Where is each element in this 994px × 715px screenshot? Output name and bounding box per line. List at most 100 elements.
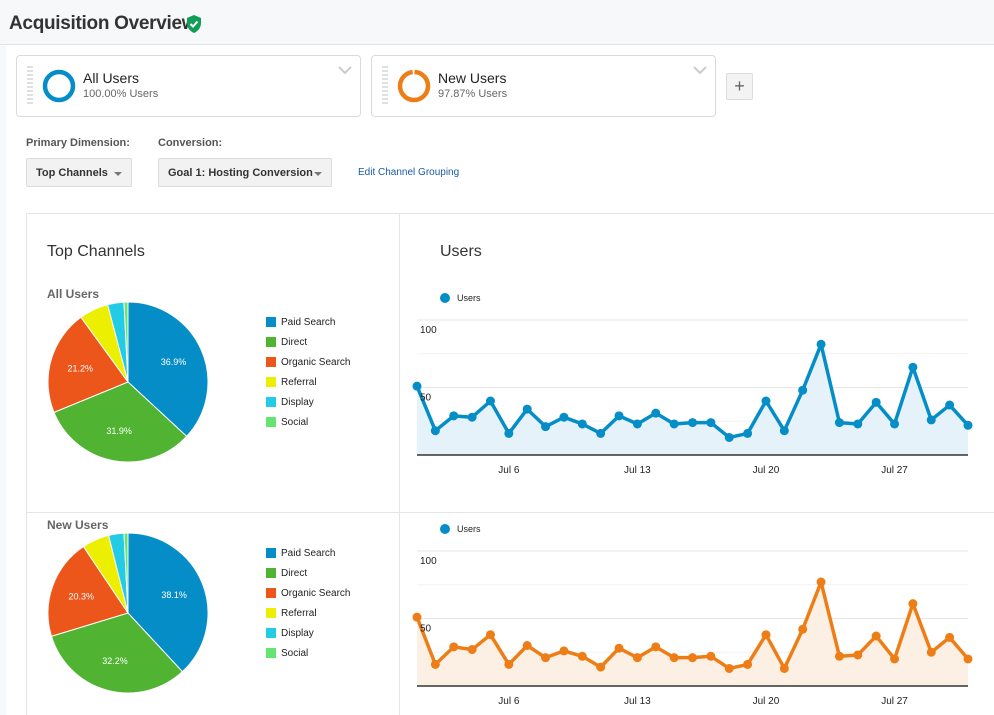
data-point[interactable]: [522, 404, 532, 414]
segment-card-new-users[interactable]: New Users 97.87% Users: [371, 55, 716, 117]
legend-item-paid-search[interactable]: Paid Search: [266, 312, 350, 332]
data-point[interactable]: [504, 428, 514, 438]
data-point[interactable]: [467, 645, 477, 655]
data-point[interactable]: [504, 659, 514, 669]
legend-item-display[interactable]: Display: [266, 392, 350, 412]
data-point[interactable]: [430, 659, 440, 669]
data-point[interactable]: [485, 396, 495, 406]
data-point[interactable]: [651, 642, 661, 652]
data-point[interactable]: [688, 653, 697, 663]
data-point[interactable]: [706, 418, 716, 428]
data-point[interactable]: [816, 577, 826, 587]
legend-item-social[interactable]: Social: [266, 412, 350, 432]
data-point[interactable]: [485, 630, 495, 640]
data-point[interactable]: [449, 411, 459, 421]
data-point[interactable]: [853, 650, 863, 660]
edit-channel-grouping-link[interactable]: Edit Channel Grouping: [358, 167, 459, 178]
page-title: Acquisition Overview: [9, 13, 197, 34]
segment-percentage: 97.87% Users: [438, 88, 508, 100]
data-point[interactable]: [963, 420, 973, 430]
data-point[interactable]: [632, 419, 642, 429]
data-point[interactable]: [688, 418, 697, 428]
line-legend-users[interactable]: Users: [440, 293, 481, 303]
legend-label: Organic Search: [281, 587, 351, 599]
data-point[interactable]: [577, 651, 587, 661]
data-point[interactable]: [724, 432, 734, 442]
drag-handle[interactable]: [382, 66, 388, 106]
data-point[interactable]: [798, 624, 808, 634]
legend-item-paid-search[interactable]: Paid Search: [266, 543, 350, 563]
data-point[interactable]: [761, 396, 771, 406]
users-line-chart-all[interactable]: 100 50 Jul 6 Jul 13 Jul 20 Jul 27: [400, 310, 994, 480]
add-segment-button[interactable]: +: [726, 73, 753, 100]
data-point[interactable]: [614, 643, 624, 653]
data-point[interactable]: [816, 339, 826, 349]
chevron-down-icon[interactable]: [693, 65, 707, 75]
legend-item-direct[interactable]: Direct: [266, 332, 350, 352]
pie-chart-new-users[interactable]: 38.1% 32.2% 20.3%: [46, 531, 210, 695]
pie-data-label: 21.2%: [68, 363, 94, 373]
chevron-down-icon[interactable]: [338, 65, 352, 75]
legend-item-social[interactable]: Social: [266, 643, 350, 663]
data-point[interactable]: [412, 612, 422, 622]
data-point[interactable]: [908, 599, 918, 609]
data-point[interactable]: [651, 408, 661, 418]
data-point[interactable]: [890, 419, 900, 429]
left-gutter: [0, 46, 6, 715]
legend-item-direct[interactable]: Direct: [266, 563, 350, 583]
data-point[interactable]: [743, 659, 753, 669]
data-point[interactable]: [779, 426, 789, 436]
conversion-dropdown[interactable]: Goal 1: Hosting Conversion: [158, 158, 332, 187]
data-point[interactable]: [926, 415, 936, 425]
data-point[interactable]: [559, 646, 569, 656]
data-point[interactable]: [669, 419, 679, 429]
data-point[interactable]: [577, 419, 587, 429]
segment-name: New Users: [438, 70, 507, 86]
data-point[interactable]: [724, 663, 734, 673]
data-point[interactable]: [779, 663, 789, 673]
data-point[interactable]: [890, 654, 900, 664]
data-point[interactable]: [706, 651, 716, 661]
data-point[interactable]: [430, 426, 440, 436]
data-point[interactable]: [908, 362, 918, 372]
legend-label: Direct: [281, 336, 308, 348]
data-point[interactable]: [669, 653, 679, 663]
data-point[interactable]: [449, 642, 459, 652]
data-point[interactable]: [945, 400, 955, 410]
data-point[interactable]: [834, 418, 844, 428]
data-point[interactable]: [596, 662, 606, 672]
data-point[interactable]: [871, 397, 881, 407]
y-tick-label: 100: [420, 556, 437, 567]
data-point[interactable]: [945, 632, 955, 642]
data-point[interactable]: [834, 651, 844, 661]
legend-item-organic-search[interactable]: Organic Search: [266, 583, 350, 603]
drag-handle[interactable]: [27, 66, 33, 106]
data-point[interactable]: [541, 653, 551, 663]
data-point[interactable]: [871, 631, 881, 641]
legend-item-display[interactable]: Display: [266, 623, 350, 643]
legend-item-organic-search[interactable]: Organic Search: [266, 352, 350, 372]
data-point[interactable]: [614, 411, 624, 421]
segment-card-all-users[interactable]: All Users 100.00% Users: [16, 55, 361, 117]
data-point[interactable]: [412, 381, 422, 391]
data-point[interactable]: [853, 419, 863, 429]
line-legend-users[interactable]: Users: [440, 524, 481, 534]
data-point[interactable]: [467, 412, 477, 422]
primary-dimension-dropdown[interactable]: Top Channels: [26, 158, 132, 187]
data-point[interactable]: [522, 641, 532, 650]
data-point[interactable]: [559, 412, 569, 422]
x-tick-label: Jul 6: [498, 465, 520, 476]
data-point[interactable]: [596, 428, 606, 438]
legend-item-referral[interactable]: Referral: [266, 603, 350, 623]
data-point[interactable]: [541, 422, 551, 432]
data-point[interactable]: [761, 630, 771, 640]
pie-chart-all-users[interactable]: 36.9% 31.9% 21.2%: [46, 300, 210, 464]
data-point[interactable]: [632, 653, 642, 663]
legend-item-referral[interactable]: Referral: [266, 372, 350, 392]
legend-swatch: [266, 357, 276, 367]
data-point[interactable]: [926, 647, 936, 657]
data-point[interactable]: [798, 385, 808, 395]
data-point[interactable]: [963, 654, 973, 664]
data-point[interactable]: [743, 428, 753, 438]
users-line-chart-new[interactable]: 100 50 Jul 6 Jul 13 Jul 20 Jul 27: [400, 541, 994, 715]
